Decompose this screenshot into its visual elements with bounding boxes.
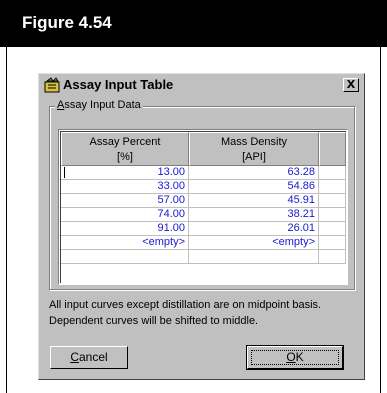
cell-spacer <box>319 180 346 194</box>
frame-line-right <box>380 47 381 393</box>
cell-spacer <box>319 236 346 250</box>
cell-mass-density[interactable]: 45.91 <box>189 194 319 208</box>
focus-rect <box>251 350 339 365</box>
cell-mass-density[interactable]: 63.28 <box>189 166 319 180</box>
figure-title: Figure 4.54 <box>22 13 112 32</box>
cell-assay-percent[interactable]: 33.00 <box>61 180 189 194</box>
cell-assay-percent[interactable]: <empty> <box>61 236 189 250</box>
assay-input-table-dialog: Assay Input Table X Assay Input Data Ass… <box>38 73 365 380</box>
cell-mass-density[interactable]: 38.21 <box>189 208 319 222</box>
cell-spacer <box>319 166 346 180</box>
cell-assay-percent[interactable]: 74.00 <box>61 208 189 222</box>
cell-spacer <box>319 250 346 264</box>
close-icon[interactable]: X <box>343 78 359 92</box>
frame-line-left <box>6 47 7 393</box>
app-icon <box>44 77 60 93</box>
column-header-line1: Mass Density <box>220 136 288 148</box>
ok-button[interactable]: OK <box>246 345 344 370</box>
figure-header: Figure 4.54 <box>0 0 387 47</box>
column-header-mass-density[interactable]: Mass Density [API] <box>189 132 319 166</box>
assay-data-grid[interactable]: Assay Percent [%] Mass Density [API] 13.… <box>58 129 348 285</box>
cancel-mnemonic: C <box>70 350 79 364</box>
column-header-line2: [API] <box>242 151 266 163</box>
grid-body: Assay Percent [%] Mass Density [API] 13.… <box>60 131 346 283</box>
cell-assay-percent[interactable]: 13.00 <box>61 166 189 180</box>
dialog-title: Assay Input Table <box>63 77 174 92</box>
group-label-text: ssay Input Data <box>64 99 141 111</box>
midpoint-basis-note: All input curves except distillation are… <box>49 299 322 327</box>
cell-mass-density[interactable]: 26.01 <box>189 222 319 236</box>
cell-spacer <box>319 194 346 208</box>
group-label: Assay Input Data <box>55 99 143 111</box>
cell-assay-percent[interactable]: 91.00 <box>61 222 189 236</box>
column-header-assay-percent[interactable]: Assay Percent [%] <box>61 132 189 166</box>
cell-spacer <box>319 222 346 236</box>
cancel-button[interactable]: Cancel <box>50 346 128 369</box>
column-header-line2: [%] <box>117 151 133 163</box>
cell-mass-density[interactable]: <empty> <box>189 236 319 250</box>
cell-mass-density[interactable]: 54.86 <box>189 180 319 194</box>
cell-assay-percent[interactable] <box>61 250 189 264</box>
column-header-line1: Assay Percent <box>89 136 161 148</box>
edit-cursor <box>64 167 65 178</box>
cancel-label: ancel <box>78 350 108 364</box>
cell-value: 13.00 <box>157 166 185 178</box>
cell-spacer <box>319 208 346 222</box>
cell-assay-percent[interactable]: 57.00 <box>61 194 189 208</box>
column-header-spacer <box>319 132 346 166</box>
dialog-titlebar: Assay Input Table X <box>41 76 362 95</box>
cell-mass-density[interactable] <box>189 250 319 264</box>
